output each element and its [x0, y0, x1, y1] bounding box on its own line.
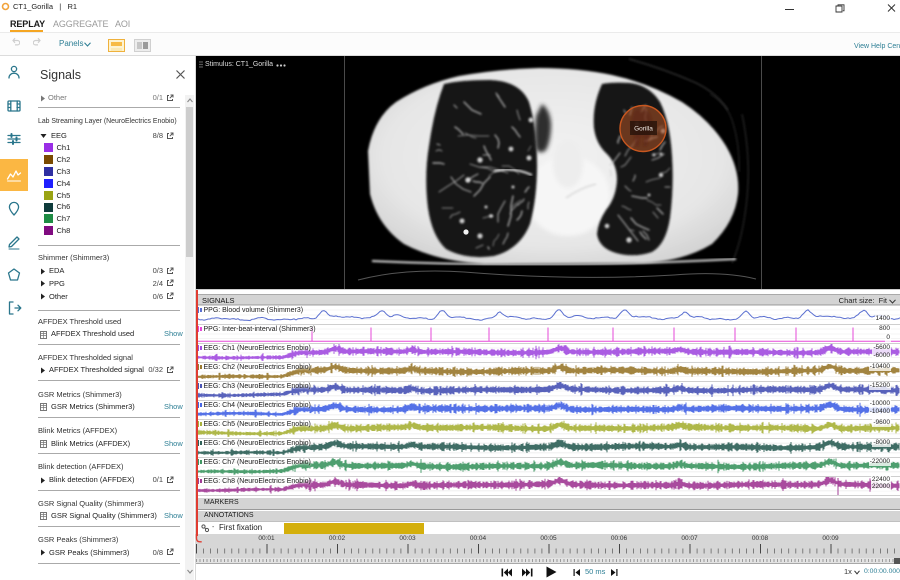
svg-text:Gorilla: Gorilla — [634, 126, 653, 133]
